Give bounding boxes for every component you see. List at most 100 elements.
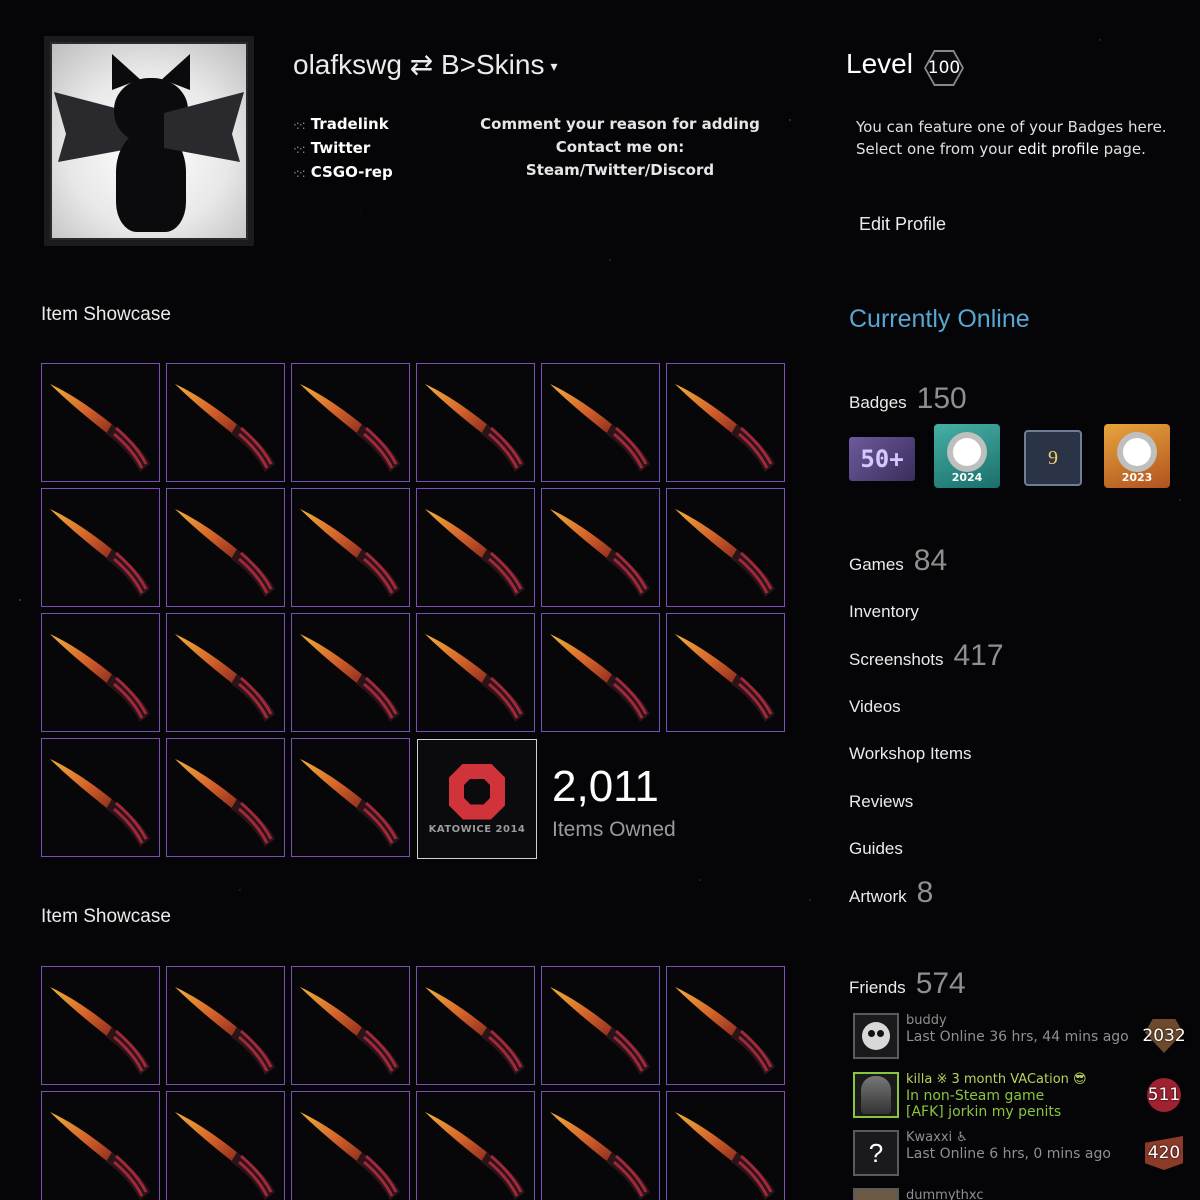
chevron-down-icon: ▾ [550, 58, 558, 75]
item-slot[interactable] [41, 363, 160, 482]
item-slot[interactable] [291, 966, 410, 1085]
knife-skin-icon [675, 384, 775, 472]
knife-skin-icon [300, 509, 400, 597]
knife-skin-icon [675, 987, 775, 1075]
edit-profile-button[interactable]: Edit Profile [859, 214, 946, 235]
item-slot[interactable] [41, 488, 160, 607]
item-slot[interactable] [166, 738, 285, 857]
friend-name: killa ※ 3 month VACation 😎 [906, 1072, 1087, 1087]
friend-status: Last Online 36 hrs, 44 mins ago [906, 1029, 1129, 1045]
artwork-link[interactable]: Artwork 8 [849, 876, 933, 910]
inventory-link[interactable]: Inventory [849, 602, 919, 622]
friend-entry[interactable]: ? Kwaxxi ♿ Last Online 6 hrs, 0 mins ago… [853, 1130, 1183, 1180]
knife-skin-icon [300, 1112, 400, 1200]
item-slot[interactable] [541, 1091, 660, 1200]
knife-skin-icon [550, 987, 650, 1075]
knife-skin-icon [50, 759, 150, 847]
item-slot[interactable] [416, 488, 535, 607]
knife-skin-icon [50, 384, 150, 472]
item-slot[interactable] [166, 363, 285, 482]
knife-skin-icon [175, 987, 275, 1075]
knife-skin-icon [175, 759, 275, 847]
knife-skin-icon [50, 1112, 150, 1200]
badges-link[interactable]: Badges 150 [849, 382, 967, 416]
item-slot[interactable] [166, 613, 285, 732]
knife-skin-icon [425, 384, 525, 472]
knife-skin-icon [550, 384, 650, 472]
item-slot[interactable] [291, 363, 410, 482]
fifty-plus-badge-icon[interactable]: 50+ [849, 437, 915, 481]
item-slot[interactable] [541, 966, 660, 1085]
twitter-link[interactable]: ·:·: Twitter [293, 137, 393, 161]
knife-skin-icon [50, 634, 150, 722]
item-showcase-title: Item Showcase [41, 906, 171, 927]
guides-link[interactable]: Guides [849, 839, 903, 859]
workshop-items-link[interactable]: Workshop Items [849, 744, 972, 764]
item-slot[interactable] [666, 1091, 785, 1200]
item-showcase-grid [41, 966, 785, 1200]
steam-2023-badge-icon[interactable]: 2023 [1104, 424, 1170, 488]
item-slot[interactable] [291, 1091, 410, 1200]
badge-icons: 50+ 2024 9 2023 [849, 424, 1179, 492]
panda-avatar-icon [862, 1022, 890, 1050]
item-slot[interactable] [291, 488, 410, 607]
sticker-item-slot[interactable]: KATOWICE 2014 [417, 739, 537, 859]
item-slot[interactable] [416, 1091, 535, 1200]
item-slot[interactable] [666, 966, 785, 1085]
knife-skin-icon [300, 634, 400, 722]
katowice-logo-icon [449, 763, 505, 820]
edit-profile-inline-link[interactable]: edit profile [1018, 140, 1099, 158]
item-slot[interactable] [666, 613, 785, 732]
level-badge[interactable]: 100 [924, 50, 964, 86]
csgo-rep-link[interactable]: ·:·: CSGO-rep [293, 161, 393, 185]
item-slot[interactable] [416, 966, 535, 1085]
profile-avatar [44, 36, 254, 246]
videos-link[interactable]: Videos [849, 697, 901, 717]
friend-avatar: ? [853, 1130, 899, 1176]
friend-status: Last Online 6 hrs, 0 mins ago [906, 1146, 1111, 1162]
item-slot[interactable] [416, 363, 535, 482]
knife-skin-icon [675, 634, 775, 722]
item-slot[interactable] [166, 488, 285, 607]
screenshots-link[interactable]: Screenshots 417 [849, 639, 1004, 673]
knife-skin-icon [550, 634, 650, 722]
item-showcase-title: Item Showcase [41, 304, 171, 325]
friend-name: Kwaxxi ♿ [906, 1130, 968, 1145]
profile-summary: Comment your reason for adding Contact m… [480, 115, 760, 179]
friends-link[interactable]: Friends 574 [849, 967, 966, 1001]
games-link[interactable]: Games 84 [849, 544, 947, 578]
knife-skin-icon [175, 634, 275, 722]
level-label: Level [846, 48, 913, 79]
items-owned-count: 2,011 [552, 762, 659, 811]
item-slot[interactable] [291, 738, 410, 857]
item-slot[interactable] [541, 613, 660, 732]
item-slot[interactable] [41, 738, 160, 857]
bat-kitten-avatar-image [50, 42, 248, 240]
knife-skin-icon [175, 1112, 275, 1200]
item-slot[interactable] [541, 488, 660, 607]
item-slot[interactable] [166, 966, 285, 1085]
friend-entry[interactable]: killa ※ 3 month VACation 😎 In non-Steam … [853, 1072, 1183, 1124]
persona-name-dropdown[interactable]: olafkswg ⇄ B>Skins ▾ [293, 48, 557, 81]
knife-skin-icon [50, 509, 150, 597]
tradelink-link[interactable]: ·:·: Tradelink [293, 113, 393, 137]
knife-skin-icon [550, 509, 650, 597]
knife-skin-icon [300, 987, 400, 1075]
item-slot[interactable] [666, 363, 785, 482]
friend-status: In non-Steam game [AFK] jorkin my penits [906, 1088, 1062, 1120]
years-of-service-badge-icon[interactable]: 9 [1024, 430, 1082, 486]
item-slot[interactable] [666, 488, 785, 607]
reviews-link[interactable]: Reviews [849, 792, 913, 812]
item-slot[interactable] [41, 966, 160, 1085]
item-slot[interactable] [416, 613, 535, 732]
item-slot[interactable] [541, 363, 660, 482]
knife-skin-icon [300, 384, 400, 472]
item-slot[interactable] [41, 1091, 160, 1200]
friend-entry[interactable]: buddy Last Online 36 hrs, 44 mins ago 20… [853, 1013, 1186, 1063]
friend-entry[interactable]: dummythxc [853, 1188, 1183, 1200]
steam-2024-badge-icon[interactable]: 2024 [934, 424, 1000, 488]
item-slot[interactable] [166, 1091, 285, 1200]
item-slot[interactable] [291, 613, 410, 732]
knife-skin-icon [425, 634, 525, 722]
item-slot[interactable] [41, 613, 160, 732]
